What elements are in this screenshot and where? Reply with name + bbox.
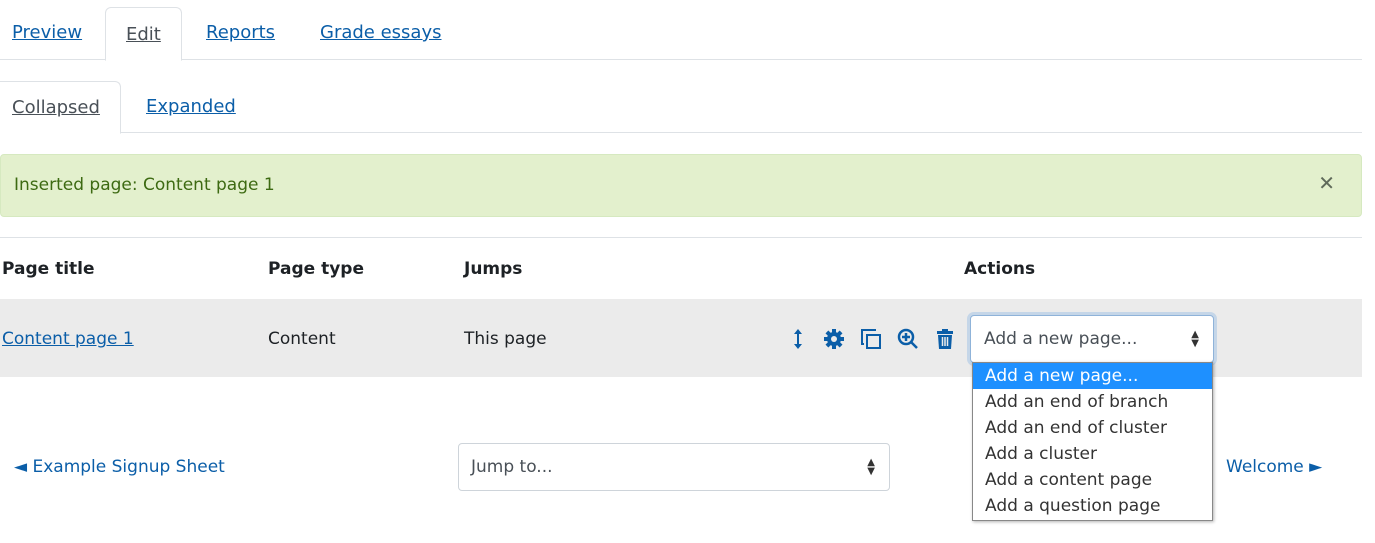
header-page-type: Page type (268, 259, 364, 279)
option-question-page[interactable]: Add a question page (973, 493, 1212, 519)
option-content-page[interactable]: Add a content page (973, 467, 1212, 493)
option-end-of-cluster[interactable]: Add an end of cluster (973, 415, 1212, 441)
close-icon[interactable]: ✕ (1318, 171, 1335, 195)
main-tabs: Preview Edit Reports Grade essays (0, 0, 1362, 61)
chevron-updown-icon: ▲ ▼ (1191, 329, 1199, 349)
move-icon[interactable] (786, 327, 810, 351)
alert-message: Inserted page: Content page 1 (14, 175, 275, 195)
page-title-link[interactable]: Content page 1 (2, 329, 134, 349)
add-page-select-value: Add a new page... (984, 329, 1138, 349)
tab-preview[interactable]: Preview (12, 22, 82, 43)
jump-to-value: Jump to... (471, 457, 553, 477)
header-page-title: Page title (2, 259, 95, 279)
option-cluster[interactable]: Add a cluster (973, 441, 1212, 467)
tab-grade-essays[interactable]: Grade essays (320, 22, 442, 43)
page-jumps: This page (464, 329, 547, 349)
option-add-new-page[interactable]: Add a new page... (973, 363, 1212, 389)
divider (0, 237, 1362, 238)
header-jumps: Jumps (464, 259, 523, 279)
preview-icon[interactable] (896, 327, 920, 351)
chevron-updown-icon: ▲ ▼ (867, 457, 875, 477)
duplicate-icon[interactable] (859, 327, 883, 351)
page-type: Content (268, 329, 336, 349)
add-page-dropdown: Add a new page... Add an end of branch A… (972, 362, 1213, 521)
add-page-select[interactable]: Add a new page... ▲ ▼ (970, 315, 1214, 363)
success-alert: Inserted page: Content page 1 ✕ (0, 154, 1362, 217)
prev-page-link[interactable]: ◄ Example Signup Sheet (14, 457, 225, 477)
next-page-link[interactable]: Welcome ► (1226, 457, 1322, 477)
settings-icon[interactable] (822, 327, 846, 351)
tab-reports[interactable]: Reports (206, 22, 275, 43)
tab-expanded[interactable]: Expanded (146, 96, 236, 117)
option-end-of-branch[interactable]: Add an end of branch (973, 389, 1212, 415)
tab-edit[interactable]: Edit (105, 7, 182, 61)
header-actions: Actions (964, 259, 1036, 279)
tab-collapsed[interactable]: Collapsed (0, 81, 121, 134)
view-tabs: Collapsed Expanded (0, 81, 1362, 134)
tab-collapsed-label: Collapsed (12, 97, 100, 118)
jump-to-select[interactable]: Jump to... ▲ ▼ (458, 443, 890, 491)
tab-edit-label: Edit (126, 24, 161, 45)
delete-icon[interactable] (933, 327, 957, 351)
